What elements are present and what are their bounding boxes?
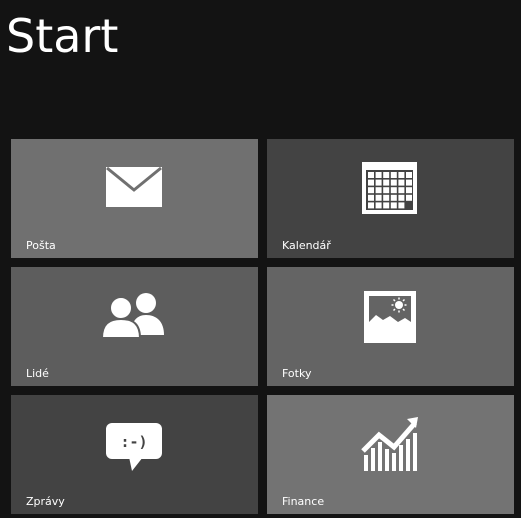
tile-photos[interactable]: Fotky (267, 267, 514, 386)
calendar-cell (398, 202, 405, 209)
calendar-cell (398, 194, 405, 201)
people-icon (100, 293, 164, 339)
calendar-cell (406, 194, 412, 201)
calendar-icon (362, 162, 417, 214)
tile-label-photos: Fotky (282, 367, 312, 380)
calendar-cell (390, 194, 397, 201)
calendar-cell (390, 187, 397, 194)
start-title: Start (6, 9, 119, 63)
tile-messages[interactable]: :-) Zprávy (11, 395, 258, 514)
calendar-cell (375, 172, 382, 178)
calendar-cell (398, 172, 405, 178)
start-screen: Start Pošta Kalendář Lidé Fotky:-) Zprá… (0, 0, 521, 518)
tile-label-finance: Finance (282, 495, 325, 508)
calendar-cell (406, 179, 412, 186)
calendar-cell (406, 187, 412, 194)
envelope-icon (106, 167, 162, 207)
calendar-cell (383, 194, 390, 201)
calendar-cell (368, 187, 374, 194)
calendar-cell (368, 194, 374, 201)
calendar-cell (390, 202, 397, 209)
tile-people[interactable]: Lidé (11, 267, 258, 386)
photo-icon (364, 291, 416, 343)
tile-calendar[interactable]: Kalendář (267, 139, 514, 258)
tile-label-mail: Pošta (26, 239, 56, 252)
calendar-cell (375, 179, 382, 186)
tile-label-messages: Zprávy (26, 495, 65, 508)
calendar-cell (368, 202, 374, 209)
tile-label-people: Lidé (26, 367, 49, 380)
tile-finance[interactable]: Finance (267, 395, 514, 514)
calendar-cell (375, 194, 382, 201)
calendar-cell (383, 202, 390, 209)
finance-chart-icon (361, 417, 418, 471)
calendar-cell (368, 172, 374, 178)
calendar-cell (368, 179, 374, 186)
tile-mail[interactable]: Pošta (11, 139, 258, 258)
calendar-cell (383, 187, 390, 194)
chat-bubble-icon: :-) (106, 423, 162, 471)
calendar-cell (390, 179, 397, 186)
calendar-cell (383, 172, 390, 178)
calendar-cell (383, 179, 390, 186)
calendar-cell (406, 172, 412, 178)
calendar-cell (398, 187, 405, 194)
tile-label-calendar: Kalendář (282, 239, 331, 252)
calendar-cell (375, 202, 382, 209)
calendar-cell (398, 179, 405, 186)
calendar-cell (390, 172, 397, 178)
emoticon-text: :-) (120, 433, 147, 451)
calendar-cell (375, 187, 382, 194)
